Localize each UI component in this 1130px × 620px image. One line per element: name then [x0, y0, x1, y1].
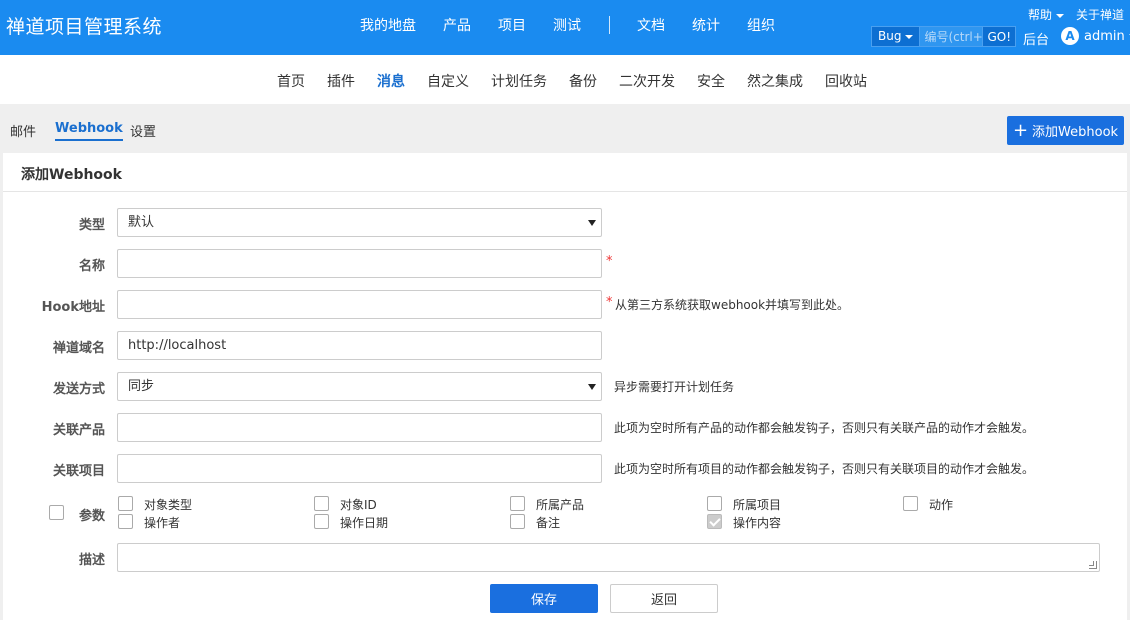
save-button[interactable]: 保存: [490, 584, 598, 613]
hook-url-input[interactable]: [117, 290, 602, 319]
param-label-product: 所属产品: [536, 498, 585, 512]
user-menu[interactable]: A admin: [1061, 27, 1130, 45]
param-label-action: 动作: [929, 498, 954, 512]
panel-title: 添加Webhook: [3, 153, 1127, 192]
tab-webhook[interactable]: Webhook: [55, 121, 123, 141]
param-label-objecttype: 对象类型: [144, 498, 193, 512]
subnav-ranzhi[interactable]: 然之集成: [747, 71, 803, 91]
param-label-content: 操作内容: [733, 516, 782, 530]
param-checkbox-project[interactable]: [707, 496, 722, 511]
subnav-cron[interactable]: 计划任务: [491, 71, 547, 91]
select-arrow-icon: [588, 220, 596, 226]
param-checkbox-action[interactable]: [903, 496, 918, 511]
required-mark: *: [606, 254, 613, 269]
subnav-extension[interactable]: 插件: [327, 71, 355, 91]
user-name: admin: [1084, 28, 1125, 44]
name-label: 名称: [78, 259, 105, 274]
product-help: 此项为空时所有产品的动作都会触发钩子，否则只有关联产品的动作才会触发。: [614, 421, 1035, 435]
type-select[interactable]: 默认: [117, 208, 602, 237]
param-checkbox-product[interactable]: [510, 496, 525, 511]
subnav-backup[interactable]: 备份: [569, 71, 597, 91]
form-panel: 添加Webhook 类型 默认 名称 * Hook地址 * 从第三方系统获取we…: [3, 153, 1127, 620]
plus-icon: +: [1012, 119, 1029, 141]
type-value: 默认: [128, 215, 155, 230]
subnav-trash[interactable]: 回收站: [825, 71, 867, 91]
select-arrow-icon: [588, 384, 596, 390]
nav-project[interactable]: 项目: [498, 15, 526, 35]
subnav-message[interactable]: 消息: [377, 71, 405, 91]
back-button[interactable]: 返回: [610, 584, 718, 613]
tab-mail[interactable]: 邮件: [10, 121, 36, 140]
subnav-home[interactable]: 首页: [277, 71, 305, 91]
product-input[interactable]: [117, 413, 602, 442]
top-header: 禅道项目管理系统 我的地盘 产品 项目 测试 文档 统计 组织 帮助 关于禅道 …: [0, 0, 1130, 55]
send-type-value: 同步: [128, 379, 155, 394]
project-help: 此项为空时所有项目的动作都会触发钩子，否则只有关联项目的动作才会触发。: [614, 462, 1035, 476]
app-title[interactable]: 禅道项目管理系统: [6, 12, 162, 39]
search-group: Bug GO!: [871, 26, 1017, 47]
project-input[interactable]: [117, 454, 602, 483]
domain-input[interactable]: [117, 331, 602, 360]
add-webhook-label: 添加Webhook: [1032, 125, 1119, 140]
domain-label: 禅道域名: [52, 341, 105, 356]
desc-label: 描述: [78, 553, 105, 568]
nav-test[interactable]: 测试: [553, 15, 581, 35]
sub-nav: 首页 插件 消息 自定义 计划任务 备份 二次开发 安全 然之集成 回收站: [0, 55, 1130, 104]
main-nav: 我的地盘 产品 项目 测试 文档 统计 组织: [360, 15, 802, 35]
param-label-date: 操作日期: [340, 516, 389, 530]
help-menu[interactable]: 帮助: [1028, 6, 1064, 23]
search-type-select[interactable]: Bug: [871, 26, 920, 47]
resize-handle-icon[interactable]: [1089, 561, 1097, 569]
param-label-project: 所属项目: [733, 498, 782, 512]
search-input[interactable]: [919, 26, 984, 47]
top-right-links: 帮助 关于禅道: [1016, 6, 1124, 23]
param-label-actor: 操作者: [144, 516, 181, 530]
hook-label: Hook地址: [41, 300, 105, 315]
desc-textarea[interactable]: [117, 543, 1100, 572]
param-checkbox-date[interactable]: [314, 514, 329, 529]
project-label: 关联项目: [52, 464, 105, 479]
about-link[interactable]: 关于禅道: [1076, 6, 1124, 23]
tab-settings[interactable]: 设置: [130, 121, 156, 140]
search-go-button[interactable]: GO!: [983, 26, 1017, 47]
nav-my[interactable]: 我的地盘: [360, 15, 416, 35]
subnav-security[interactable]: 安全: [697, 71, 725, 91]
help-label: 帮助: [1027, 8, 1052, 22]
product-label: 关联产品: [52, 423, 105, 438]
nav-company[interactable]: 组织: [747, 15, 775, 35]
param-checkbox-objecttype[interactable]: [118, 496, 133, 511]
nav-product[interactable]: 产品: [443, 15, 471, 35]
send-type-label: 发送方式: [52, 382, 105, 397]
send-type-select[interactable]: 同步: [117, 372, 602, 401]
send-help: 异步需要打开计划任务: [614, 380, 735, 394]
type-label: 类型: [78, 218, 105, 233]
required-mark: *: [606, 295, 613, 310]
admin-link[interactable]: 后台: [1023, 29, 1049, 48]
tabs-bar: 邮件 Webhook 设置 + 添加Webhook: [0, 104, 1130, 152]
param-label-comment: 备注: [536, 516, 561, 530]
name-input[interactable]: [117, 249, 602, 278]
subnav-custom[interactable]: 自定义: [427, 71, 469, 91]
chevron-down-icon: [1055, 13, 1064, 18]
param-checkbox-comment[interactable]: [510, 514, 525, 529]
hook-help: 从第三方系统获取webhook并填写到此处。: [615, 298, 850, 312]
param-checkbox-actor[interactable]: [118, 514, 133, 529]
add-webhook-button[interactable]: + 添加Webhook: [1007, 116, 1124, 145]
param-label-objectid: 对象ID: [340, 498, 377, 512]
param-checkbox-objectid[interactable]: [314, 496, 329, 511]
param-checkbox-content[interactable]: [707, 514, 722, 529]
search-type-label: Bug: [878, 29, 902, 43]
subnav-dev[interactable]: 二次开发: [619, 71, 675, 91]
nav-report[interactable]: 统计: [692, 15, 720, 35]
params-label: 参数: [78, 509, 105, 524]
chevron-down-icon: [905, 34, 914, 39]
nav-divider: [609, 16, 610, 34]
nav-doc[interactable]: 文档: [637, 15, 665, 35]
avatar: A: [1061, 27, 1079, 45]
